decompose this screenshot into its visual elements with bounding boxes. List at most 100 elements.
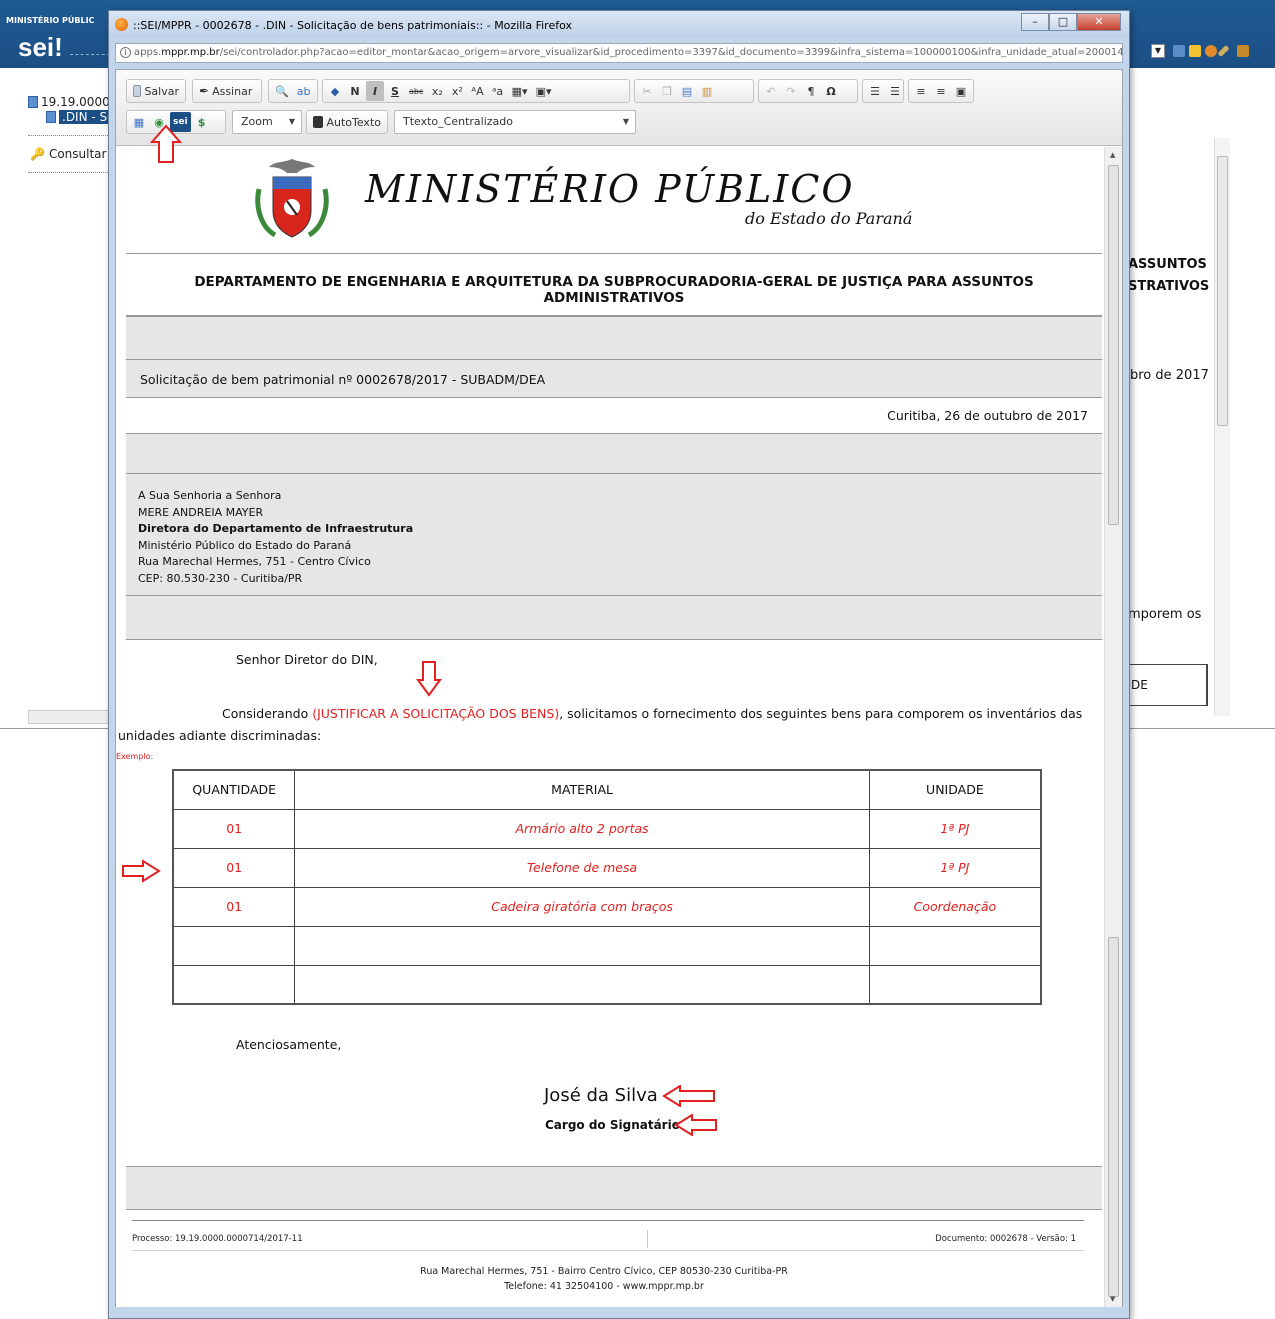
table-cell[interactable]: Coordenação (868, 886, 1042, 927)
footer-phone: Telefone: 41 32504100 - www.mppr.mp.br (504, 1281, 704, 1292)
user-icon[interactable] (1205, 45, 1217, 57)
url-bar[interactable]: i apps.mppr.mp.br/sei/controlador.php?aca… (115, 43, 1123, 63)
grid-icon[interactable] (1173, 45, 1185, 57)
save-group: Salvar (126, 79, 186, 103)
exit-icon[interactable] (1237, 45, 1249, 57)
annotation-arrow-up-icon (150, 124, 182, 163)
list-group: ☰ ☰ (862, 79, 904, 103)
paste-icon[interactable]: ▤ (678, 81, 696, 101)
bullet-list-icon[interactable]: ☰ (886, 81, 904, 101)
address-line: CEP: 80.530-230 - Curitiba/PR (138, 571, 303, 585)
table-insert-icon[interactable]: ▦ (130, 112, 148, 132)
document-canvas[interactable]: MINISTÉRIO PÚBLICO do Estado do Paraná D… (116, 147, 1104, 1307)
bg-text-date: bro de 2017 (1130, 368, 1209, 383)
italic-button[interactable]: I (366, 81, 384, 101)
notes-icon[interactable] (1189, 45, 1201, 57)
table-cell[interactable] (868, 925, 1042, 966)
table-cell[interactable] (172, 964, 296, 1005)
find-icon[interactable]: 🔍 (272, 81, 292, 101)
undo-icon[interactable]: ↶ (762, 81, 780, 101)
annotation-arrow-left-icon (674, 1114, 717, 1136)
scroll-thumb[interactable] (1108, 937, 1119, 1297)
sei-logo[interactable]: sei! (18, 32, 63, 63)
minimize-button[interactable]: – (1021, 13, 1049, 31)
underline-button[interactable]: S (386, 81, 404, 101)
bg-vertical-scrollbar[interactable] (1214, 138, 1230, 716)
table-cell[interactable] (294, 925, 870, 966)
table-cell[interactable]: 1ª PJ (868, 847, 1042, 888)
table-cell[interactable]: Armário alto 2 portas (294, 808, 870, 849)
table-cell[interactable]: 01 (172, 847, 296, 888)
bg-text-strativos: STRATIVOS (1128, 279, 1210, 294)
scroll-up-icon[interactable]: ▲ (1110, 151, 1115, 159)
bg-text-assuntos: ASSUNTOS (1128, 257, 1207, 272)
table-row: 01 Telefone de mesa 1ª PJ (172, 847, 1042, 888)
close-button[interactable]: ✕ (1077, 13, 1121, 31)
eraser-icon[interactable]: ◆ (326, 81, 344, 101)
consult-link[interactable]: 🔑 Consultar A (30, 147, 119, 161)
maximize-button[interactable]: □ (1049, 13, 1077, 31)
subscript-icon[interactable]: x₂ (428, 81, 446, 101)
document-editor: Salvar ✒ Assinar 🔍 ab ◆ N I S abc x₂ x² ᴬ… (115, 69, 1123, 1307)
department-band: DEPARTAMENTO DE ENGENHARIA E ARQUITETURA… (126, 253, 1102, 316)
zoom-select[interactable]: Zoom ▼ (232, 110, 302, 134)
table-cell[interactable] (868, 964, 1042, 1005)
table-row: 01 Armário alto 2 portas 1ª PJ (172, 808, 1042, 849)
bg-table-text: DE (1131, 678, 1148, 692)
request-number: Solicitação de bem patrimonial nº 000267… (140, 372, 546, 387)
redo-icon[interactable]: ↷ (782, 81, 800, 101)
replace-icon[interactable]: ab (294, 81, 314, 101)
unit-dropdown-icon[interactable]: ▼ (1151, 44, 1165, 58)
sign-button[interactable]: ✒ Assinar (196, 81, 255, 101)
bold-button[interactable]: N (346, 81, 364, 101)
numbered-list-icon[interactable]: ☰ (866, 81, 884, 101)
bg-horizontal-scrollbar[interactable] (28, 710, 110, 724)
key-icon: 🔑 (30, 147, 45, 161)
save-button[interactable]: Salvar (130, 81, 182, 101)
bg-scroll-thumb[interactable] (1217, 156, 1228, 426)
table-row (172, 925, 1042, 966)
window-titlebar[interactable]: ::SEI/MPPR - 0002678 - .DIN - Solicitaçã… (109, 11, 1129, 37)
uppercase-icon[interactable]: ᴬA (468, 81, 486, 101)
image-icon[interactable]: ▣ (952, 81, 970, 101)
style-select[interactable]: Ttexto_Centralizado ▼ (394, 110, 636, 134)
info-icon[interactable]: i (120, 47, 131, 58)
request-band: Solicitação de bem patrimonial nº 000267… (126, 360, 1102, 398)
editor-toolbar: Salvar ✒ Assinar 🔍 ab ◆ N I S abc x₂ x² ᴬ… (116, 70, 1122, 146)
wrench-icon[interactable] (1217, 44, 1230, 58)
table-cell[interactable]: 01 (172, 808, 296, 849)
editor-vertical-scrollbar[interactable]: ▲ ▼ (1104, 147, 1122, 1307)
footer-document: Documento: 0002678 - Versão: 1 (935, 1234, 1076, 1244)
superscript-icon[interactable]: x² (448, 81, 466, 101)
firefox-popup-window: ::SEI/MPPR - 0002678 - .DIN - Solicitaçã… (108, 10, 1130, 1319)
scroll-thumb[interactable] (1108, 165, 1119, 525)
process-number[interactable]: 19.19.0000 (41, 95, 110, 109)
table-cell[interactable] (294, 964, 870, 1005)
indent-icon[interactable]: ≡ (932, 81, 950, 101)
dollar-icon[interactable]: $ (193, 112, 211, 132)
table-cell[interactable]: 1ª PJ (868, 808, 1042, 849)
logo-title: MINISTÉRIO PÚBLICO (365, 167, 855, 211)
autotext-button[interactable]: AutoTexto (310, 112, 384, 132)
annotation-arrow-down-icon (416, 661, 442, 697)
omega-icon[interactable]: Ω (822, 81, 840, 101)
edit-group: ↶ ↷ ¶ Ω (758, 79, 858, 103)
chevron-down-icon: ▼ (288, 117, 295, 126)
outdent-icon[interactable]: ≡ (912, 81, 930, 101)
paragraph-icon[interactable]: ¶ (802, 81, 820, 101)
copy-icon[interactable]: ❐ (658, 81, 676, 101)
paste-word-icon[interactable]: ▥ (698, 81, 716, 101)
table-cell[interactable]: 01 (172, 886, 296, 927)
divider (28, 172, 108, 173)
table-cell[interactable] (172, 925, 296, 966)
text-color-icon[interactable]: ▣▾ (533, 81, 555, 101)
table-cell[interactable]: Cadeira giratória com braços (294, 886, 870, 927)
lowercase-icon[interactable]: ᵃa (489, 81, 507, 101)
tree-node-document[interactable]: .DIN - Sc (46, 110, 117, 124)
scroll-down-icon[interactable]: ▼ (1110, 1295, 1115, 1303)
table-cell[interactable]: Telefone de mesa (294, 847, 870, 888)
table-icon[interactable]: ▦▾ (509, 81, 531, 101)
cut-icon[interactable]: ✂ (638, 81, 656, 101)
strike-icon[interactable]: abc (406, 81, 426, 101)
tree-node-process[interactable]: 19.19.0000 (28, 95, 117, 109)
